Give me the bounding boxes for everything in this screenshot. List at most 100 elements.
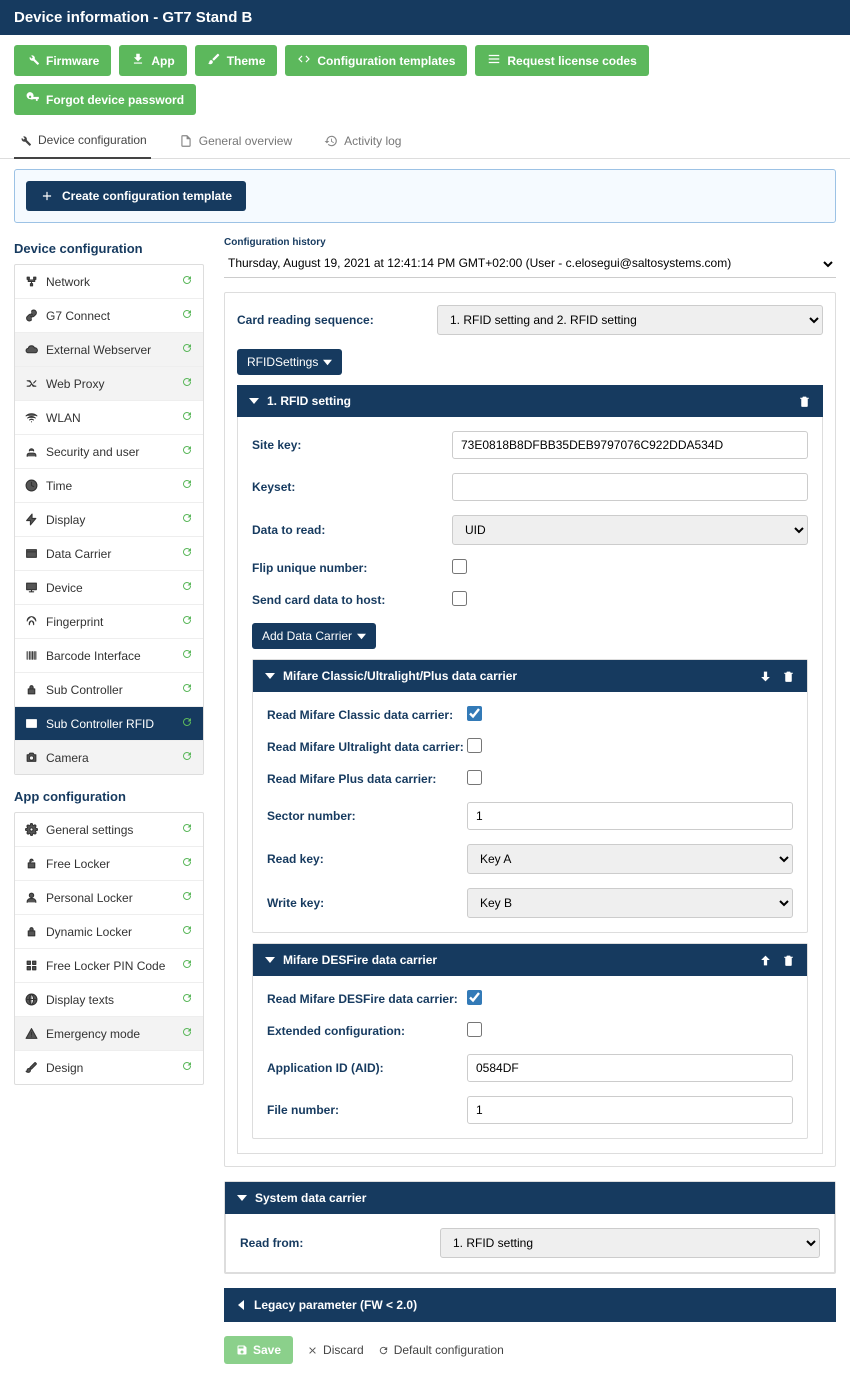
read-desfire-checkbox[interactable] bbox=[467, 990, 482, 1005]
sidebar-item-emergency-mode[interactable]: Emergency mode bbox=[15, 1017, 203, 1051]
discard-button[interactable]: Discard bbox=[307, 1343, 364, 1357]
legacy-parameter-header[interactable]: Legacy parameter (FW < 2.0) bbox=[224, 1288, 836, 1322]
firmware-button[interactable]: Firmware bbox=[14, 45, 111, 76]
app-config-title: App configuration bbox=[14, 789, 204, 804]
read-ultra-label: Read Mifare Ultralight data carrier: bbox=[267, 740, 467, 754]
sidebar-item-display-texts[interactable]: Display texts bbox=[15, 983, 203, 1017]
refresh-icon[interactable] bbox=[181, 512, 193, 527]
sendhost-checkbox[interactable] bbox=[452, 591, 467, 606]
request-license-button[interactable]: Request license codes bbox=[475, 45, 648, 76]
extconf-checkbox[interactable] bbox=[467, 1022, 482, 1037]
sidebar-item-g7-connect[interactable]: G7 Connect bbox=[15, 299, 203, 333]
arrow-down-icon[interactable] bbox=[759, 670, 772, 683]
sidebar-item-sub-controller[interactable]: Sub Controller bbox=[15, 673, 203, 707]
chevron-down-icon bbox=[265, 671, 275, 681]
sitekey-input[interactable] bbox=[452, 431, 808, 459]
refresh-icon[interactable] bbox=[181, 924, 193, 939]
refresh-icon[interactable] bbox=[181, 478, 193, 493]
refresh-icon[interactable] bbox=[181, 958, 193, 973]
save-button[interactable]: Save bbox=[224, 1336, 293, 1364]
refresh-icon[interactable] bbox=[181, 716, 193, 731]
refresh-icon[interactable] bbox=[181, 444, 193, 459]
refresh-icon[interactable] bbox=[181, 614, 193, 629]
trash-icon[interactable] bbox=[782, 954, 795, 967]
refresh-icon[interactable] bbox=[181, 822, 193, 837]
refresh-icon[interactable] bbox=[181, 750, 193, 765]
sidebar-item-free-locker-pin-code[interactable]: Free Locker PIN Code bbox=[15, 949, 203, 983]
writekey-select[interactable]: Key B bbox=[467, 888, 793, 918]
mifare-classic-header[interactable]: Mifare Classic/Ultralight/Plus data carr… bbox=[253, 660, 807, 692]
sidebar-item-data-carrier[interactable]: Data Carrier bbox=[15, 537, 203, 571]
refresh-icon[interactable] bbox=[181, 410, 193, 425]
default-config-button[interactable]: Default configuration bbox=[378, 1343, 504, 1357]
refresh-icon[interactable] bbox=[181, 546, 193, 561]
refresh-icon[interactable] bbox=[181, 682, 193, 697]
read-plus-checkbox[interactable] bbox=[467, 770, 482, 785]
aid-label: Application ID (AID): bbox=[267, 1061, 467, 1075]
sidebar-item-web-proxy[interactable]: Web Proxy bbox=[15, 367, 203, 401]
aid-input[interactable] bbox=[467, 1054, 793, 1082]
sidebar-item-fingerprint[interactable]: Fingerprint bbox=[15, 605, 203, 639]
sidebar-item-camera[interactable]: Camera bbox=[15, 741, 203, 774]
theme-button[interactable]: Theme bbox=[195, 45, 278, 76]
arrow-up-icon[interactable] bbox=[759, 954, 772, 967]
sidebar-item-sub-controller-rfid[interactable]: Sub Controller RFID bbox=[15, 707, 203, 741]
readkey-select[interactable]: Key A bbox=[467, 844, 793, 874]
sidebar-item-display[interactable]: Display bbox=[15, 503, 203, 537]
system-dc-header[interactable]: System data carrier bbox=[225, 1182, 835, 1214]
sidebar-item-network[interactable]: Network bbox=[15, 265, 203, 299]
keyset-input[interactable] bbox=[452, 473, 808, 501]
read-ultra-checkbox[interactable] bbox=[467, 738, 482, 753]
refresh-icon[interactable] bbox=[181, 890, 193, 905]
readfrom-label: Read from: bbox=[240, 1236, 440, 1250]
forgot-password-button[interactable]: Forgot device password bbox=[14, 84, 196, 115]
refresh-icon[interactable] bbox=[181, 308, 193, 323]
refresh-icon[interactable] bbox=[181, 648, 193, 663]
refresh-icon[interactable] bbox=[181, 580, 193, 595]
sidebar-item-device[interactable]: Device bbox=[15, 571, 203, 605]
sidebar-item-external-webserver[interactable]: External Webserver bbox=[15, 333, 203, 367]
sidebar-item-design[interactable]: Design bbox=[15, 1051, 203, 1084]
download-icon bbox=[131, 52, 145, 69]
read-classic-label: Read Mifare Classic data carrier: bbox=[267, 708, 467, 722]
flip-checkbox[interactable] bbox=[452, 559, 467, 574]
refresh-icon[interactable] bbox=[181, 274, 193, 289]
trash-icon[interactable] bbox=[782, 670, 795, 683]
tab-device-configuration[interactable]: Device configuration bbox=[14, 125, 151, 159]
card-sequence-select[interactable]: 1. RFID setting and 2. RFID setting bbox=[437, 305, 823, 335]
sidebar-item-free-locker[interactable]: Free Locker bbox=[15, 847, 203, 881]
plus-icon bbox=[40, 189, 54, 203]
refresh-icon[interactable] bbox=[181, 1060, 193, 1075]
file-input[interactable] bbox=[467, 1096, 793, 1124]
sidebar-item-time[interactable]: Time bbox=[15, 469, 203, 503]
sidebar-item-wlan[interactable]: WLAN bbox=[15, 401, 203, 435]
refresh-icon[interactable] bbox=[181, 856, 193, 871]
app-button[interactable]: App bbox=[119, 45, 186, 76]
config-history-label: Configuration history bbox=[224, 237, 836, 248]
rfid-settings-dropdown[interactable]: RFIDSettings bbox=[237, 349, 342, 375]
refresh-icon[interactable] bbox=[181, 1026, 193, 1041]
list-icon bbox=[487, 52, 501, 69]
sidebar-item-general-settings[interactable]: General settings bbox=[15, 813, 203, 847]
sector-input[interactable] bbox=[467, 802, 793, 830]
tab-general-overview[interactable]: General overview bbox=[175, 125, 296, 158]
sidebar-item-barcode-interface[interactable]: Barcode Interface bbox=[15, 639, 203, 673]
config-history-select[interactable]: Thursday, August 19, 2021 at 12:41:14 PM… bbox=[224, 251, 836, 278]
refresh-icon[interactable] bbox=[181, 342, 193, 357]
sidebar-item-security-and-user[interactable]: Security and user bbox=[15, 435, 203, 469]
mifare-desfire-header[interactable]: Mifare DESFire data carrier bbox=[253, 944, 807, 976]
refresh-icon[interactable] bbox=[181, 376, 193, 391]
config-templates-button[interactable]: Configuration templates bbox=[285, 45, 467, 76]
read-desfire-label: Read Mifare DESFire data carrier: bbox=[267, 992, 467, 1006]
rfid-setting-1-header[interactable]: 1. RFID setting bbox=[237, 385, 823, 417]
sidebar-item-personal-locker[interactable]: Personal Locker bbox=[15, 881, 203, 915]
tab-activity-log[interactable]: Activity log bbox=[320, 125, 405, 158]
create-template-button[interactable]: Create configuration template bbox=[26, 181, 246, 211]
sidebar-item-dynamic-locker[interactable]: Dynamic Locker bbox=[15, 915, 203, 949]
read-classic-checkbox[interactable] bbox=[467, 706, 482, 721]
datatoread-select[interactable]: UID bbox=[452, 515, 808, 545]
trash-icon[interactable] bbox=[798, 395, 811, 408]
refresh-icon[interactable] bbox=[181, 992, 193, 1007]
add-data-carrier-button[interactable]: Add Data Carrier bbox=[252, 623, 376, 649]
readfrom-select[interactable]: 1. RFID setting bbox=[440, 1228, 820, 1258]
